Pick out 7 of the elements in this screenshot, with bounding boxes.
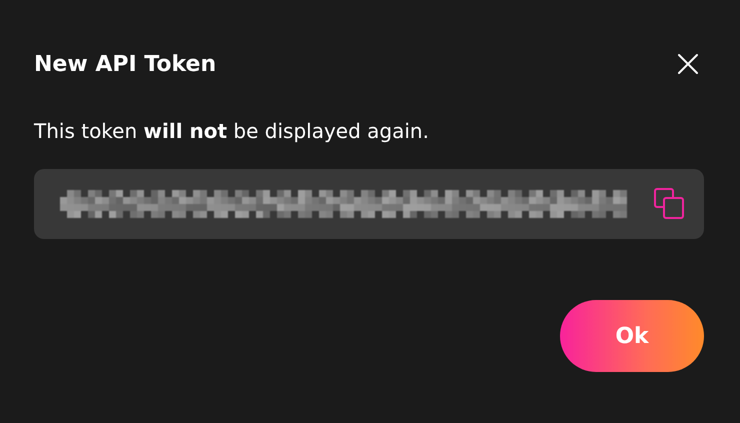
warning-message: This token will not be displayed again. <box>34 119 430 145</box>
close-button[interactable] <box>676 52 700 76</box>
close-icon <box>677 53 699 75</box>
ok-button[interactable]: Ok <box>560 300 704 372</box>
copy-button[interactable] <box>654 188 684 220</box>
dialog-title: New API Token <box>34 52 216 76</box>
copy-icon <box>654 188 684 220</box>
